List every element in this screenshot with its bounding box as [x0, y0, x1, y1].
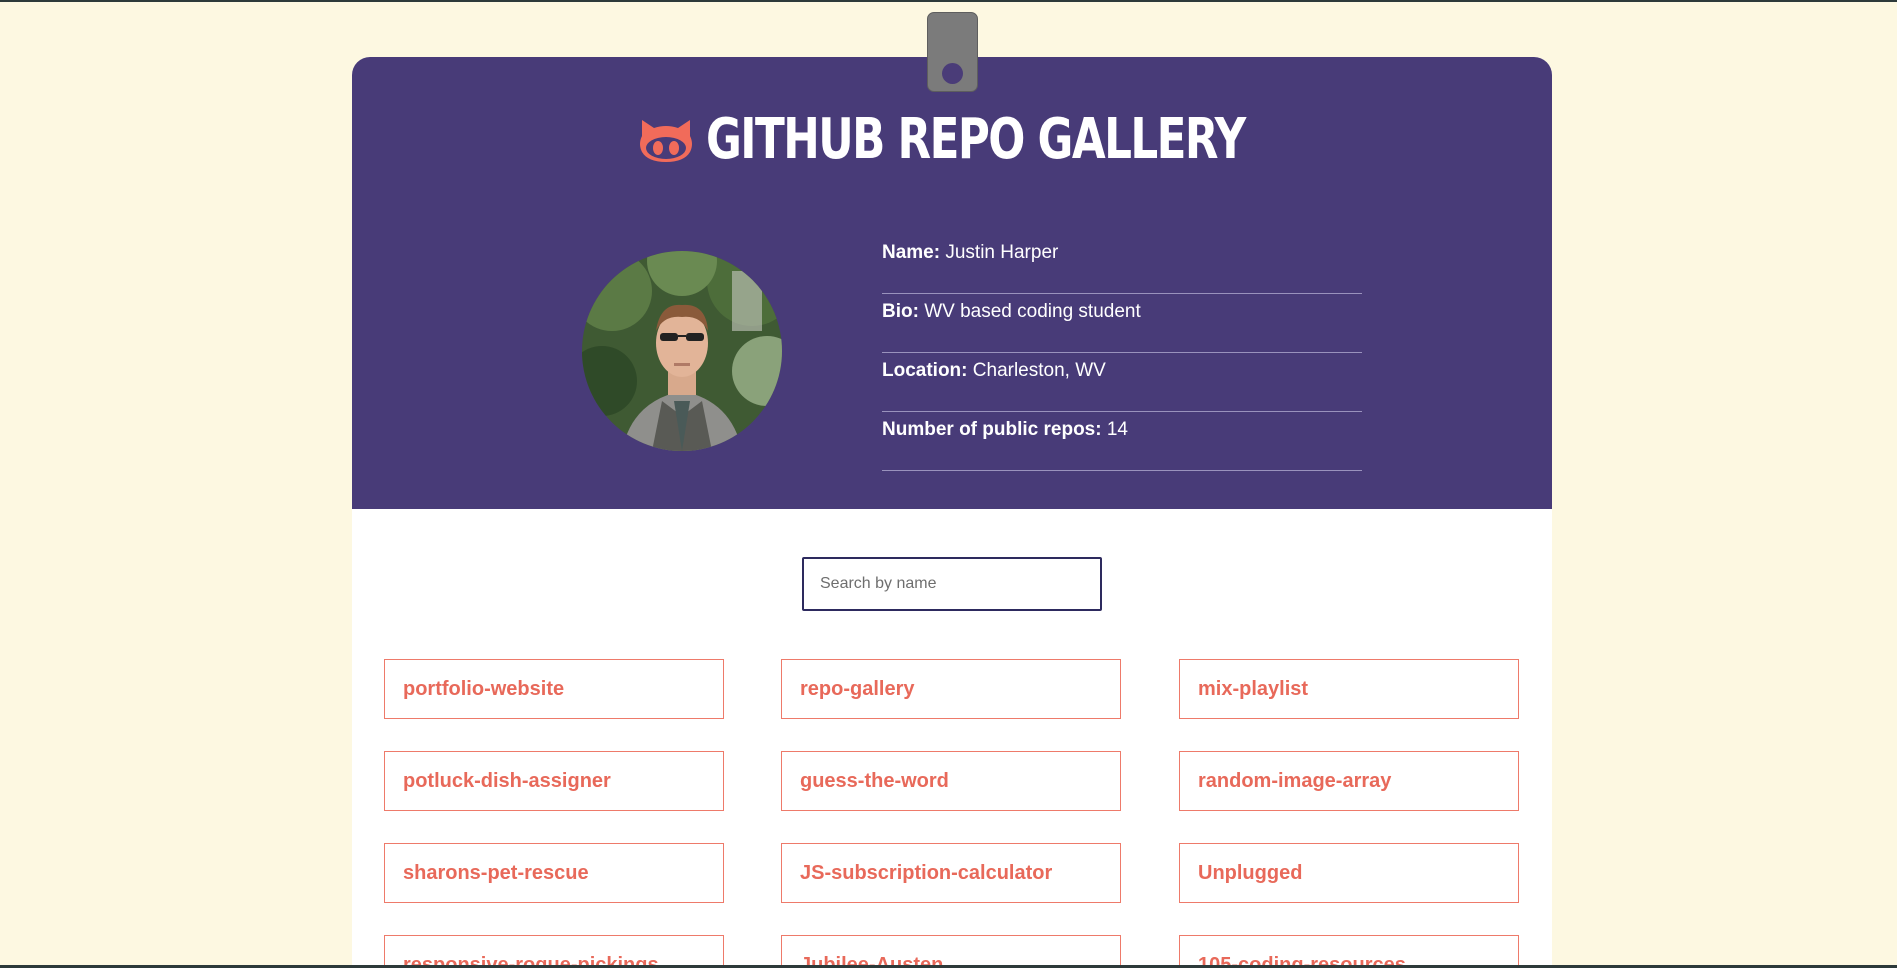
repo-item[interactable]: mix-playlist	[1179, 659, 1519, 719]
top-border	[0, 0, 1897, 2]
repo-item[interactable]: guess-the-word	[781, 751, 1121, 811]
repo-item[interactable]: portfolio-website	[384, 659, 724, 719]
repo-item[interactable]: responsive-rogue-pickings	[384, 935, 724, 968]
repo-name: portfolio-website	[403, 677, 565, 700]
tab-hole	[942, 63, 963, 84]
gallery-card: GITHUB REPO GALLERY Name: Justin Harper …	[352, 57, 1552, 968]
info-bio: Bio: WV based coding student	[882, 294, 1362, 353]
repo-name: Unplugged	[1198, 861, 1303, 884]
repo-item[interactable]: JS-subscription-calculator	[781, 843, 1121, 903]
info-repo-count: Number of public repos: 14	[882, 412, 1362, 471]
repo-name: potluck-dish-assigner	[403, 769, 611, 792]
repo-name: mix-playlist	[1198, 677, 1309, 700]
search-input[interactable]	[802, 557, 1102, 611]
name-value: Justin Harper	[945, 242, 1059, 263]
repo-name: sharons-pet-rescue	[403, 861, 589, 884]
location-label: Location:	[882, 360, 968, 381]
repo-count-value: 14	[1106, 419, 1128, 440]
repo-item[interactable]: random-image-array	[1179, 751, 1519, 811]
info-location: Location: Charleston, WV	[882, 353, 1362, 412]
repo-item[interactable]: potluck-dish-assigner	[384, 751, 724, 811]
repo-name: guess-the-word	[800, 769, 949, 792]
profile-info: Name: Justin Harper Bio: WV based coding…	[882, 235, 1362, 471]
search-container	[802, 557, 1102, 611]
repo-name: repo-gallery	[800, 677, 915, 700]
profile-header: GITHUB REPO GALLERY Name: Justin Harper …	[352, 57, 1552, 509]
title-text: GITHUB REPO GALLERY	[706, 107, 1246, 172]
repo-name: random-image-array	[1198, 769, 1392, 792]
repo-item[interactable]: repo-gallery	[781, 659, 1121, 719]
repo-name: JS-subscription-calculator	[800, 861, 1053, 884]
bio-value: WV based coding student	[924, 301, 1141, 322]
info-name: Name: Justin Harper	[882, 235, 1362, 294]
octocat-icon	[640, 119, 692, 162]
bio-label: Bio:	[882, 301, 919, 322]
repo-count-label: Number of public repos:	[882, 419, 1102, 440]
avatar-photo	[582, 251, 782, 451]
repo-item[interactable]: sharons-pet-rescue	[384, 843, 724, 903]
avatar	[582, 251, 782, 451]
page-title: GITHUB REPO GALLERY	[352, 107, 1552, 172]
repo-item[interactable]: Unplugged	[1179, 843, 1519, 903]
name-label: Name:	[882, 242, 941, 263]
repo-item[interactable]: Jubilee-Austen	[781, 935, 1121, 968]
hanging-tab	[927, 12, 978, 92]
location-value: Charleston, WV	[972, 360, 1106, 381]
repo-item[interactable]: 105-coding-resources	[1179, 935, 1519, 968]
